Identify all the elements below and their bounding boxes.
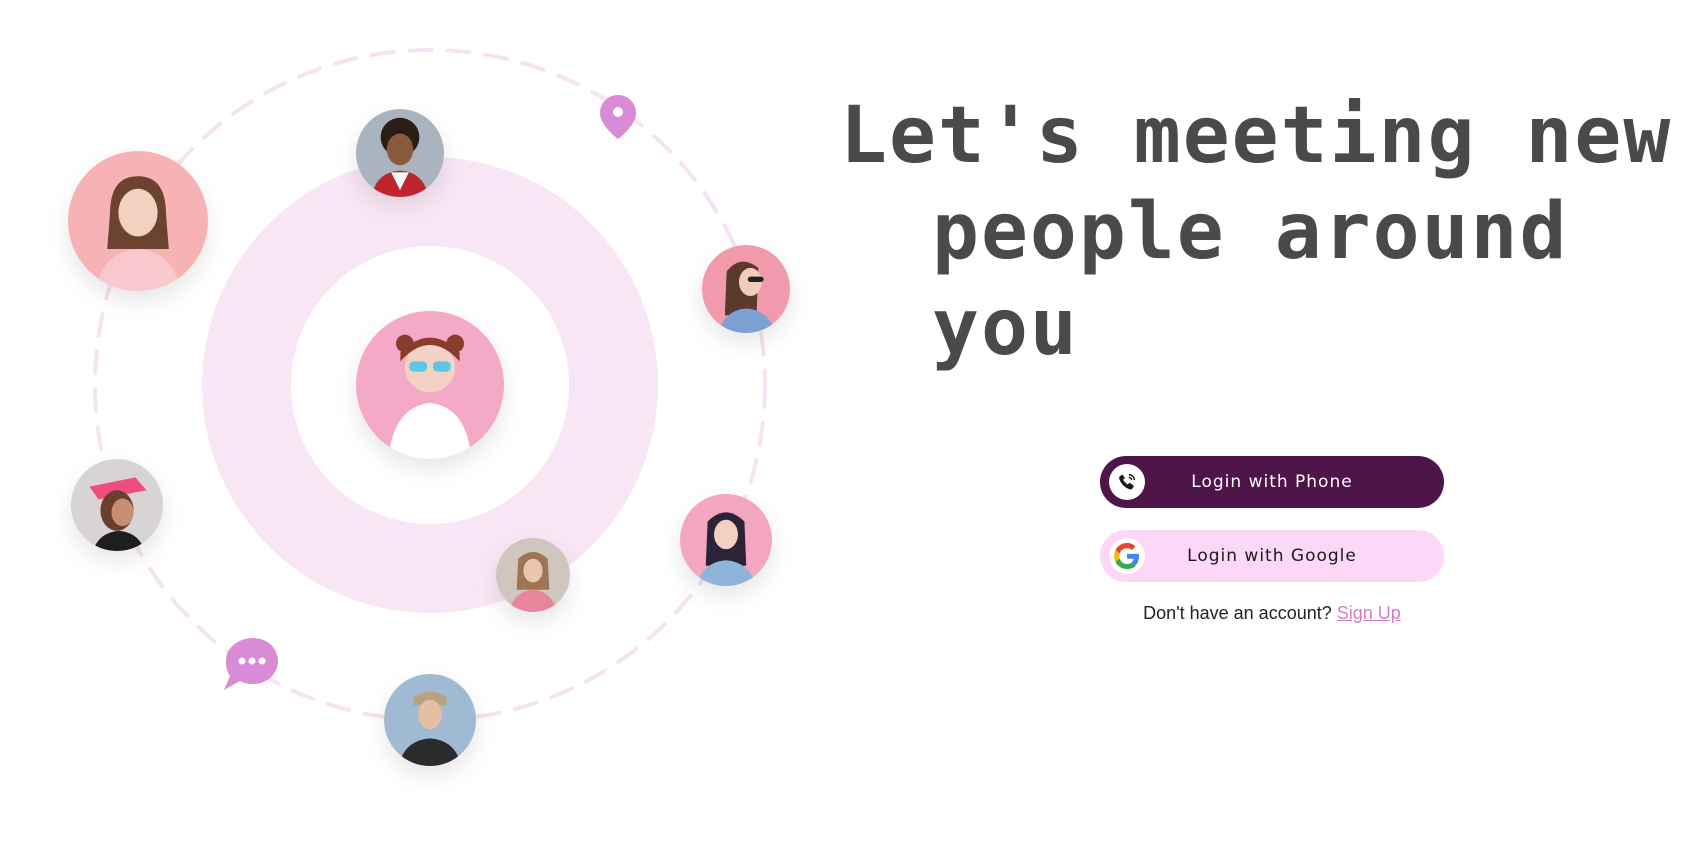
login-google-button[interactable]: Login with Google: [1100, 530, 1444, 582]
login-phone-button[interactable]: Login with Phone: [1100, 456, 1444, 508]
chat-bubble-icon: [220, 636, 280, 692]
location-pin-icon: [598, 93, 638, 141]
avatar-center: [356, 311, 504, 459]
avatar-top-left: [68, 151, 208, 291]
avatar-top: [356, 109, 444, 197]
login-google-label: Login with Google: [1187, 546, 1357, 566]
avatar-small: [496, 538, 570, 612]
people-orbit-illustration: [0, 0, 820, 845]
avatar-bottom: [384, 674, 476, 766]
signup-link[interactable]: Sign Up: [1337, 603, 1401, 623]
avatar-left: [71, 459, 163, 551]
headline: Let's meeting new people around you: [840, 88, 1680, 376]
avatar-right: [680, 494, 772, 586]
headline-line-1: Let's meeting new: [840, 91, 1673, 181]
login-phone-label: Login with Phone: [1191, 472, 1353, 492]
avatar-right-top: [702, 245, 790, 333]
signup-row: Don't have an account? Sign Up: [1100, 603, 1444, 624]
signup-prompt: Don't have an account?: [1143, 603, 1332, 623]
headline-line-2: people around you: [932, 187, 1569, 373]
google-icon: [1109, 538, 1145, 574]
phone-icon: [1109, 464, 1145, 500]
